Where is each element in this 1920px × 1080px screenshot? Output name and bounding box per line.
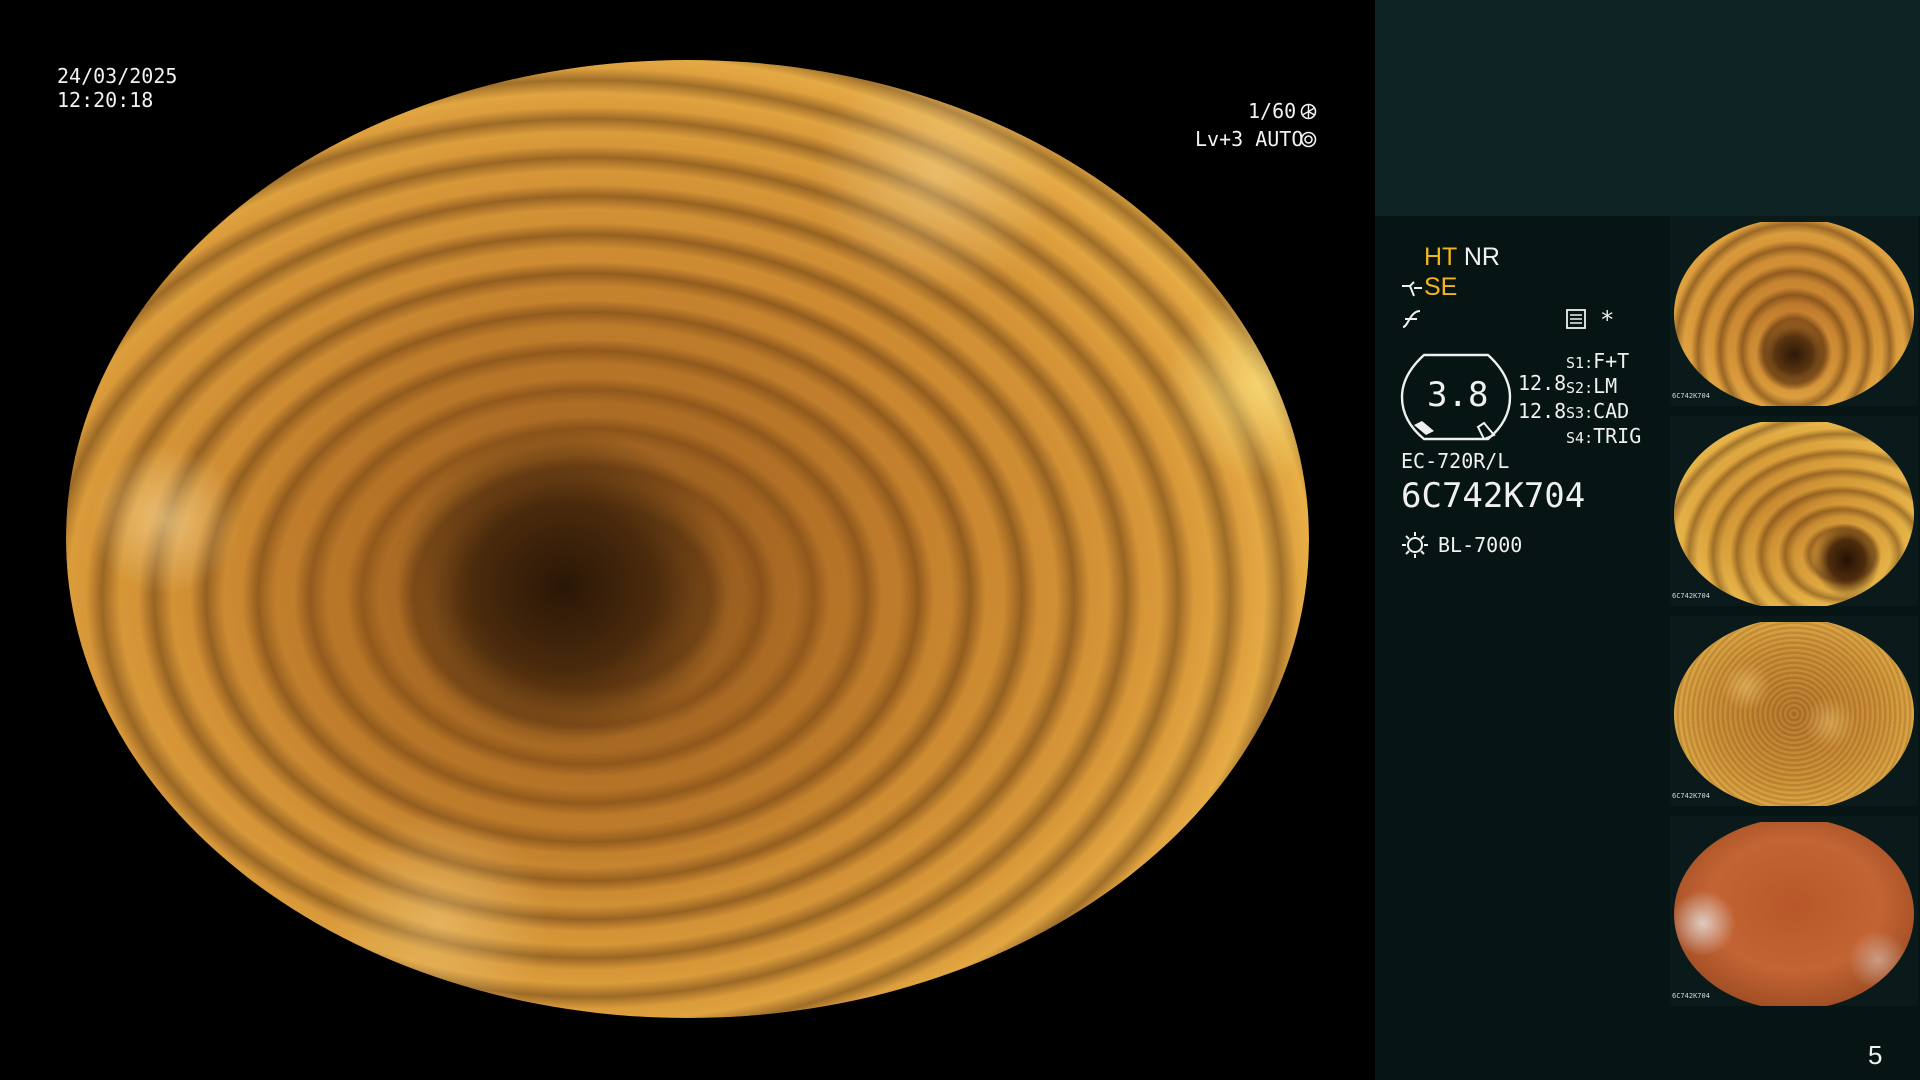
switch-row: S1:F+T [1566, 349, 1630, 373]
switch-row: S2:LM [1566, 374, 1618, 398]
panel-header [1375, 0, 1920, 216]
thumbnail-image [1674, 622, 1914, 806]
enhance-icon [1402, 281, 1422, 297]
thumbnail-caption: 6C742K704 [1672, 392, 1710, 400]
asterisk-indicator: * [1600, 306, 1615, 334]
nr-indicator: NR [1463, 243, 1500, 271]
switch-row: S4:TRIG [1566, 424, 1642, 448]
thumbnail-2[interactable]: 6C742K704 [1670, 616, 1918, 806]
light-source-icon [1402, 532, 1428, 558]
settings-icon [1566, 309, 1586, 329]
ht-indicator: HT [1424, 243, 1457, 271]
thumbnail-image [1674, 222, 1914, 406]
readout-1: 12.8 [1518, 371, 1567, 395]
endoscopic-image-highlights [66, 60, 1309, 1018]
thumbnail-caption: 6C742K704 [1672, 592, 1710, 600]
scope-serial: 6C742K704 [1401, 476, 1586, 516]
auto-iris-icon [1300, 131, 1317, 148]
endoscopic-view [66, 60, 1309, 1018]
thumbnail-image [1674, 422, 1914, 606]
light-source-name: BL-7000 [1438, 533, 1523, 557]
se-indicator: SE [1424, 273, 1458, 301]
thumbnail-image [1674, 822, 1914, 1006]
thumbnail-caption: 6C742K704 [1672, 792, 1710, 800]
exposure-level-text: Lv+3 AUTO [1195, 127, 1304, 151]
thumbnail-3[interactable]: 6C742K704 [1670, 416, 1918, 606]
switch-list: S1:F+T S2:LM S3:CAD S4:TRIG [1566, 349, 1676, 449]
curve-icon [1402, 310, 1421, 328]
time-text: 12:20:18 [57, 88, 154, 112]
date-text: 24/03/2025 [57, 64, 178, 88]
page-number: 5 [1868, 1040, 1883, 1070]
zoom-value: 3.8 [1427, 375, 1489, 415]
readout-2: 12.8 [1518, 399, 1567, 423]
thumbnail-4[interactable]: 6C742K704 [1670, 216, 1918, 406]
thumbnail-caption: 6C742K704 [1672, 992, 1710, 1000]
shutter-text: 1/60 [1248, 99, 1297, 123]
switch-row: S3:CAD [1566, 399, 1630, 423]
thumbnail-1[interactable]: 6C742K704 [1670, 816, 1918, 1006]
scope-model: EC-720R/L [1401, 449, 1510, 473]
image-mode-row: HT NR [1424, 243, 1500, 272]
shutter-icon [1300, 103, 1317, 120]
